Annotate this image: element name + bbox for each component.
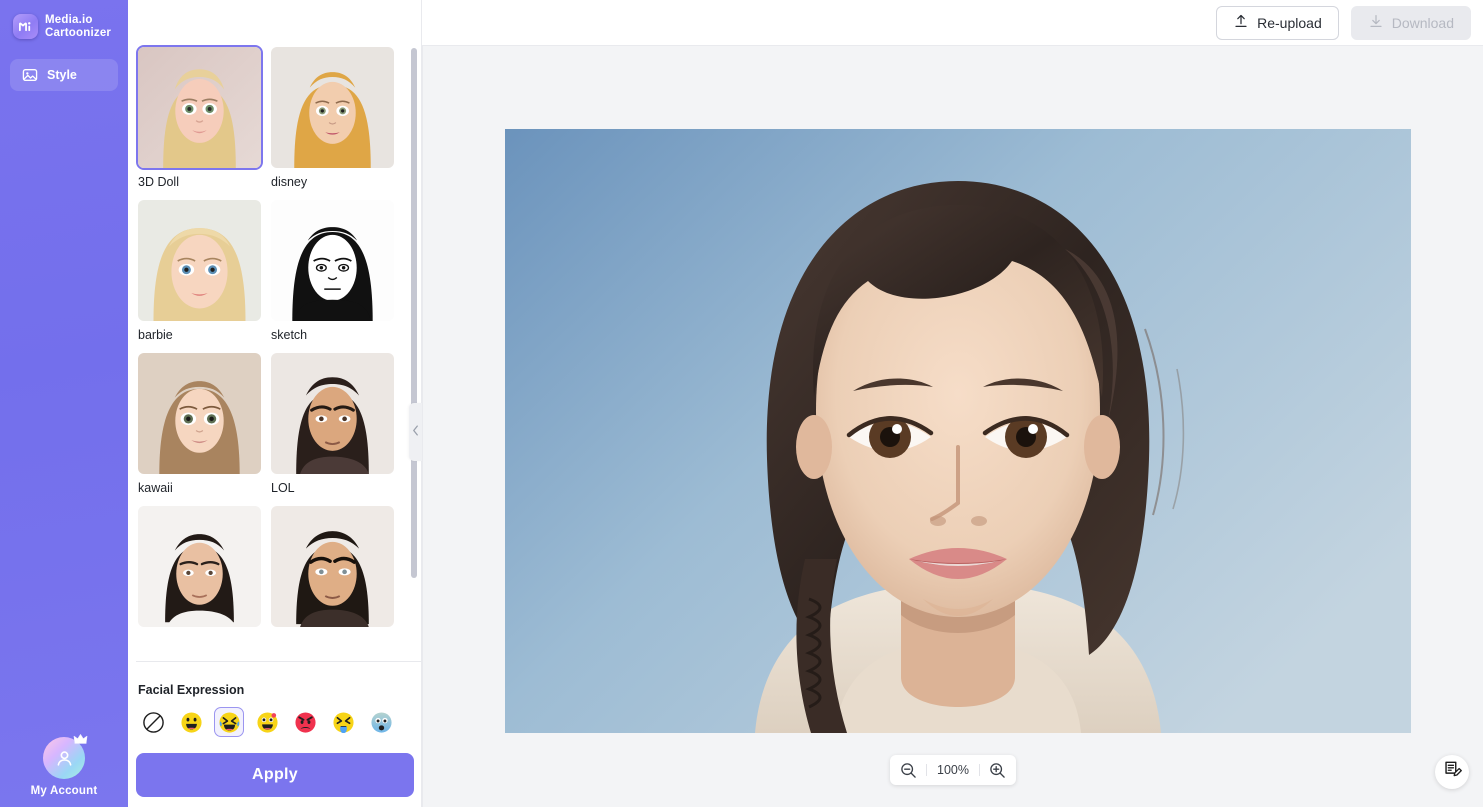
style-item[interactable]: barbie bbox=[136, 198, 263, 343]
zoom-separator-left bbox=[926, 764, 927, 776]
photo-frame[interactable] bbox=[505, 129, 1411, 733]
style-item[interactable]: sketch bbox=[269, 198, 396, 343]
panel-divider bbox=[136, 661, 430, 662]
download-label: Download bbox=[1391, 14, 1454, 31]
image-icon bbox=[22, 67, 38, 83]
avatar bbox=[43, 734, 88, 779]
brand-line-2: Cartoonizer bbox=[45, 26, 112, 39]
style-thumbnail-disney[interactable] bbox=[269, 45, 396, 170]
sidebar-item-label: Style bbox=[47, 68, 77, 82]
zoom-in-icon[interactable] bbox=[989, 762, 1006, 779]
main-area: Re-upload Download 100% bbox=[422, 0, 1483, 807]
brand-line-1: Media.io bbox=[45, 14, 93, 26]
topbar: Re-upload Download bbox=[422, 0, 1483, 45]
re-upload-label: Re-upload bbox=[1257, 14, 1322, 31]
sidebar-nav: Style bbox=[0, 59, 128, 91]
brand-name: Media.io Cartoonizer bbox=[45, 14, 111, 39]
style-thumbnail-3d-doll[interactable] bbox=[136, 45, 263, 170]
my-account-label: My Account bbox=[30, 785, 98, 797]
style-label: LOL bbox=[271, 481, 295, 495]
style-item[interactable]: 3D Doll bbox=[136, 45, 263, 190]
style-label bbox=[269, 629, 396, 633]
zoom-separator-right bbox=[979, 764, 980, 776]
style-label: kawaii bbox=[138, 481, 173, 495]
expression-option-crying[interactable] bbox=[328, 707, 358, 737]
no-expression-icon bbox=[142, 711, 165, 734]
zoom-out-icon[interactable] bbox=[900, 762, 917, 779]
star-struck-face-icon bbox=[256, 711, 279, 734]
apply-button-wrap: Apply bbox=[128, 753, 422, 797]
image-canvas: 100% bbox=[422, 45, 1483, 807]
media-io-logo-icon bbox=[13, 14, 38, 39]
style-thumbnail-8[interactable] bbox=[269, 504, 396, 629]
laughing-tears-face-icon bbox=[218, 711, 241, 734]
expression-option-angry[interactable] bbox=[290, 707, 320, 737]
download-button[interactable]: Download bbox=[1350, 5, 1471, 40]
style-label: disney bbox=[271, 175, 308, 189]
feedback-button[interactable] bbox=[1435, 755, 1469, 789]
feedback-edit-icon bbox=[1443, 760, 1462, 784]
angry-face-icon bbox=[294, 711, 317, 734]
style-label: 3D Doll bbox=[138, 175, 179, 189]
style-label: sketch bbox=[271, 328, 308, 342]
style-label: barbie bbox=[138, 328, 173, 342]
sidebar-item-style[interactable]: Style bbox=[10, 59, 118, 91]
style-thumbnail-kawaii[interactable] bbox=[136, 351, 263, 476]
expression-option-grinning[interactable] bbox=[176, 707, 206, 737]
style-thumbnail-lol[interactable] bbox=[269, 351, 396, 476]
style-panel: 3D Doll disney barbie sketch kawaii LOL … bbox=[128, 0, 430, 807]
style-item[interactable] bbox=[269, 504, 396, 633]
crying-face-icon bbox=[332, 711, 355, 734]
upload-icon bbox=[1233, 13, 1249, 32]
style-list-scroll[interactable]: 3D Doll disney barbie sketch kawaii LOL bbox=[128, 45, 422, 645]
style-item[interactable] bbox=[136, 504, 263, 633]
expression-option-none[interactable] bbox=[138, 707, 168, 737]
facial-expression-title: Facial Expression bbox=[138, 683, 245, 697]
my-account-button[interactable]: My Account bbox=[0, 734, 128, 797]
chevron-left-icon bbox=[412, 423, 419, 441]
style-thumbnail-sketch[interactable] bbox=[269, 198, 396, 323]
panel-collapse-handle[interactable] bbox=[409, 403, 422, 461]
style-label bbox=[136, 629, 263, 633]
panel-scrollbar-thumb[interactable] bbox=[411, 48, 417, 578]
grinning-face-icon bbox=[180, 711, 203, 734]
app-root: Media.io Cartoonizer Style My Account 3D… bbox=[0, 0, 1483, 807]
expression-option-fearful[interactable] bbox=[366, 707, 396, 737]
portrait-photo bbox=[505, 129, 1411, 733]
brand: Media.io Cartoonizer bbox=[0, 0, 128, 39]
zoom-controls: 100% bbox=[890, 755, 1016, 785]
sidebar: Media.io Cartoonizer Style My Account bbox=[0, 0, 128, 807]
zoom-level-value: 100% bbox=[937, 763, 969, 777]
style-thumbnail-7[interactable] bbox=[136, 504, 263, 629]
download-icon bbox=[1368, 13, 1384, 32]
style-item[interactable]: disney bbox=[269, 45, 396, 190]
style-item[interactable]: kawaii bbox=[136, 351, 263, 496]
panel-scrollbar[interactable] bbox=[411, 48, 417, 640]
expression-option-excited[interactable] bbox=[252, 707, 282, 737]
style-item[interactable]: LOL bbox=[269, 351, 396, 496]
fearful-face-icon bbox=[370, 711, 393, 734]
facial-expression-section: Facial Expression bbox=[128, 683, 422, 737]
crown-icon bbox=[73, 733, 88, 751]
apply-button[interactable]: Apply bbox=[136, 753, 414, 797]
style-thumbnail-barbie[interactable] bbox=[136, 198, 263, 323]
expression-option-laughing[interactable] bbox=[214, 707, 244, 737]
facial-expression-options bbox=[136, 707, 414, 737]
re-upload-button[interactable]: Re-upload bbox=[1216, 5, 1339, 40]
style-grid: 3D Doll disney barbie sketch kawaii LOL bbox=[134, 45, 416, 641]
